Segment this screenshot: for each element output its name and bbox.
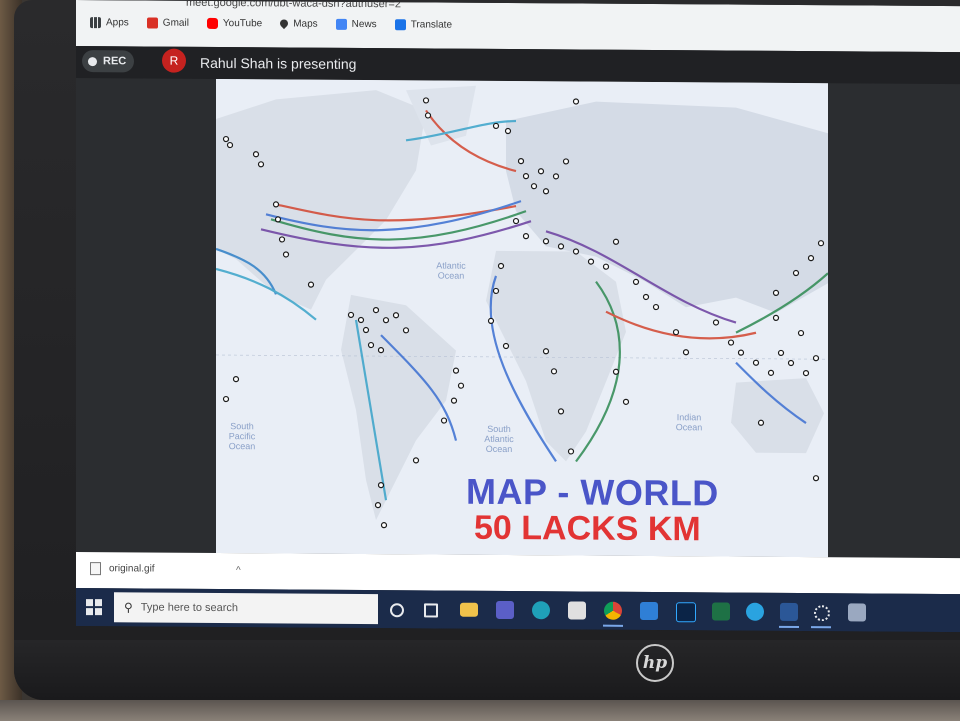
bookmark-label: Translate bbox=[410, 18, 453, 31]
youtube-icon bbox=[206, 17, 218, 29]
bookmark-maps[interactable]: Maps bbox=[278, 17, 318, 30]
gmail-icon bbox=[146, 16, 158, 29]
bookmark-youtube[interactable]: YouTube bbox=[206, 17, 263, 29]
file-icon bbox=[90, 562, 101, 576]
telegram-icon[interactable] bbox=[746, 602, 764, 621]
presenter-avatar: R bbox=[162, 48, 186, 73]
atlantic-ocean-label: Atlantic Ocean bbox=[436, 260, 466, 281]
rec-label: REC bbox=[103, 55, 127, 68]
bookmark-label: Apps bbox=[106, 16, 129, 28]
bookmarks-bar: Apps Gmail YouTube Maps News Translate bbox=[90, 12, 452, 35]
record-dot-icon bbox=[88, 56, 97, 66]
bookmark-news[interactable]: News bbox=[335, 18, 377, 30]
bookmark-label: Maps bbox=[293, 18, 318, 30]
download-filename: original.gif bbox=[109, 563, 155, 575]
chevron-up-icon[interactable]: ^ bbox=[236, 565, 241, 576]
address-bar[interactable]: meet.google.com/ubt-waca-dsn?authuser=2 bbox=[186, 0, 401, 10]
search-icon: ⚲ bbox=[124, 600, 133, 615]
slide-subtitle: 50 LACKS KM bbox=[474, 508, 701, 549]
windows-taskbar: ⚲ Type here to search bbox=[76, 588, 960, 633]
browser-chrome: meet.google.com/ubt-waca-dsn?authuser=2 … bbox=[76, 0, 960, 53]
chrome-active-indicator bbox=[603, 624, 623, 627]
recording-indicator[interactable]: REC bbox=[82, 50, 135, 73]
file-explorer-icon[interactable] bbox=[460, 602, 478, 617]
mail-icon[interactable] bbox=[640, 601, 658, 621]
bookmark-label: YouTube bbox=[222, 17, 263, 29]
south-pacific-ocean-label: South Pacific Ocean bbox=[228, 421, 256, 452]
maps-pin-icon bbox=[278, 17, 290, 30]
windows-logo-pane bbox=[86, 599, 93, 607]
task-view-icon[interactable] bbox=[424, 603, 438, 618]
teams-icon[interactable] bbox=[496, 600, 514, 620]
store-icon[interactable] bbox=[568, 601, 586, 620]
presentation-stage: Atlantic Ocean South Pacific Ocean South… bbox=[76, 78, 960, 559]
chrome-icon[interactable] bbox=[604, 601, 622, 620]
settings-icon[interactable] bbox=[814, 605, 830, 622]
bookmark-translate[interactable]: Translate bbox=[394, 18, 453, 31]
shared-slide: Atlantic Ocean South Pacific Ocean South… bbox=[216, 78, 828, 558]
word-icon[interactable] bbox=[780, 602, 798, 622]
network-icon[interactable] bbox=[848, 603, 866, 622]
south-atlantic-ocean-label: South Atlantic Ocean bbox=[484, 423, 514, 455]
presenting-status: Rahul Shah is presenting bbox=[200, 54, 357, 72]
slide-title: MAP - WORLD bbox=[466, 470, 719, 514]
edge-icon[interactable] bbox=[532, 601, 550, 620]
excel-icon[interactable] bbox=[712, 602, 730, 621]
hp-logo: hp bbox=[636, 644, 674, 682]
taskbar-search-box[interactable]: ⚲ Type here to search bbox=[114, 592, 378, 625]
indian-ocean-label: Indian Ocean bbox=[675, 412, 703, 433]
cortana-icon[interactable] bbox=[390, 603, 404, 618]
word-active-indicator bbox=[779, 625, 799, 629]
laptop-chin bbox=[14, 640, 960, 700]
laptop-screen: meet.google.com/ubt-waca-dsn?authuser=2 … bbox=[76, 0, 960, 633]
bookmark-label: Gmail bbox=[162, 17, 189, 29]
settings-active-indicator bbox=[811, 626, 831, 629]
translate-icon bbox=[394, 18, 406, 30]
bookmark-label: News bbox=[351, 18, 377, 30]
download-item[interactable]: original.gif bbox=[90, 562, 155, 576]
search-placeholder: Type here to search bbox=[140, 601, 239, 615]
windows-logo-pane bbox=[86, 608, 93, 616]
laptop-base bbox=[0, 700, 960, 721]
bookmark-apps[interactable]: Apps bbox=[90, 16, 129, 28]
photoshop-icon[interactable] bbox=[676, 602, 696, 623]
bookmark-gmail[interactable]: Gmail bbox=[146, 16, 189, 29]
download-shelf: original.gif ^ bbox=[76, 552, 960, 595]
news-icon bbox=[335, 18, 347, 30]
windows-start-button[interactable] bbox=[86, 599, 102, 616]
windows-logo-pane bbox=[95, 608, 102, 616]
windows-logo-pane bbox=[95, 599, 102, 607]
apps-grid-icon bbox=[90, 16, 101, 28]
